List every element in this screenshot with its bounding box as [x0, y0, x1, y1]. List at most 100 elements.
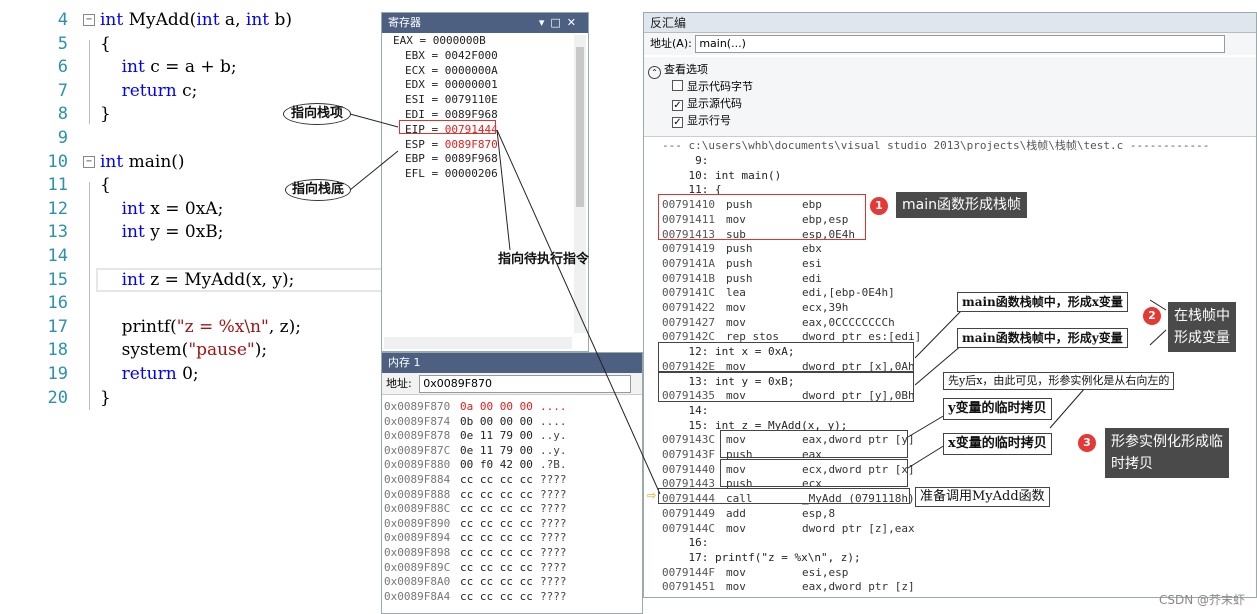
- scroll-thumb[interactable]: [576, 47, 584, 207]
- asm-line[interactable]: 00791422 mov ecx,39h: [662, 301, 848, 315]
- maximize-icon[interactable]: □: [550, 16, 566, 29]
- option-code-bytes-label: 显示代码字节: [687, 80, 753, 93]
- memory-bytes: cc cc cc cc: [460, 502, 533, 516]
- memory-title-bar[interactable]: 内存 1: [382, 353, 642, 373]
- memory-title: 内存 1: [388, 356, 421, 369]
- asm-line[interactable]: 00791449 add esp,8: [662, 507, 835, 521]
- code-line[interactable]: 17 printf("z = %x\n", z);: [0, 315, 380, 339]
- line-number: 15: [47, 269, 68, 290]
- memory-bytes: cc cc cc cc: [460, 589, 533, 603]
- memory-address: 0x0089F874: [384, 414, 451, 428]
- code-text: int x = 0xA;: [121, 198, 224, 219]
- memory-row[interactable]: 0x0089F888 cc cc cc cc????: [384, 487, 567, 502]
- source-line[interactable]: 10: int main(): [662, 169, 781, 183]
- code-line[interactable]: 5{: [0, 32, 380, 56]
- code-line[interactable]: 9: [0, 126, 380, 150]
- option-show-line-numbers[interactable]: ✓ 显示行号: [672, 112, 731, 128]
- code-line[interactable]: 7 return c;: [0, 79, 380, 103]
- disasm-title-bar[interactable]: 反汇编: [644, 13, 1256, 33]
- memory-row[interactable]: 0x0089F87C 0e 11 79 00 ..y.: [384, 443, 567, 458]
- source-line[interactable]: 9:: [662, 154, 708, 168]
- asm-line[interactable]: 00791419 push ebx: [662, 242, 822, 256]
- registers-window[interactable]: 寄存器 ▾□✕ EAX = 0000000B EBX = 0042F000 ECX …: [381, 12, 589, 352]
- registers-title-bar[interactable]: 寄存器 ▾□✕: [382, 13, 588, 33]
- watermark: CSDN @芥末虾: [1158, 593, 1245, 607]
- asm-line[interactable]: 0079144C mov dword ptr [z],eax: [662, 522, 915, 536]
- memory-address: 0x0089F89C: [384, 560, 451, 574]
- memory-row[interactable]: 0x0089F878 0e 11 79 00 ..y.: [384, 428, 567, 443]
- asm-mnemonic: mov: [726, 301, 746, 314]
- memory-row[interactable]: 0x0089F8A0 cc cc cc cc????: [384, 574, 567, 589]
- registers-vertical-scrollbar[interactable]: [574, 35, 586, 333]
- asm-operands: esi,esp: [802, 565, 849, 579]
- disasm-title: 反汇编: [650, 16, 687, 30]
- asm-operands: esp,8: [802, 506, 836, 520]
- memory-row[interactable]: 0x0089F870 0a 00 00 00....: [384, 399, 567, 414]
- memory-row[interactable]: 0x0089F89C cc cc cc cc????: [384, 560, 567, 575]
- label-call-myadd: 准备调用MyAdd函数: [915, 487, 1050, 507]
- asm-line[interactable]: 00791427 mov eax,0CCCCCCCCh: [662, 316, 895, 330]
- source-line[interactable]: 17: printf("z = %x\n", z);: [662, 551, 860, 565]
- memory-row[interactable]: 0x0089F890 cc cc cc cc????: [384, 516, 567, 531]
- checkbox-code-bytes[interactable]: [672, 80, 683, 91]
- asm-operands: eax,0CCCCCCCCh: [802, 315, 895, 329]
- code-line[interactable]: 15 int z = MyAdd(x, y);: [0, 268, 380, 292]
- asm-line[interactable]: 0079141B push edi: [662, 272, 822, 286]
- memory-row[interactable]: 0x0089F894 cc cc cc cc????: [384, 530, 567, 545]
- close-icon[interactable]: ✕: [567, 16, 582, 29]
- checkbox-source[interactable]: ✓: [672, 100, 683, 111]
- fold-toggle-icon[interactable]: −: [83, 14, 95, 26]
- code-line[interactable]: 16: [0, 291, 380, 315]
- disasm-address-input[interactable]: main(...): [695, 35, 1226, 53]
- checkbox-line-numbers[interactable]: ✓: [672, 117, 683, 128]
- current-instruction-arrow-icon: ⇨: [647, 489, 657, 502]
- registers-title: 寄存器: [388, 16, 421, 29]
- register-value: EDX = 00000001: [405, 78, 498, 92]
- memory-row[interactable]: 0x0089F880 00 f0 42 00 .?B.: [384, 457, 567, 472]
- line-number: 19: [47, 364, 68, 384]
- collapse-icon[interactable]: ⌃: [648, 66, 661, 79]
- memory-row[interactable]: 0x0089F884 cc cc cc cc????: [384, 472, 567, 487]
- memory-chars: ????: [540, 560, 567, 574]
- eip-highlight: [399, 120, 496, 134]
- code-line[interactable]: 20}: [0, 386, 380, 410]
- memory-window[interactable]: 内存 1 地址: 0x0089F870 0x0089F870 0a 00 00 0…: [381, 352, 643, 614]
- tag-main-frame: main函数形成栈帧: [896, 192, 1027, 218]
- registers-horizontal-scrollbar[interactable]: [384, 337, 572, 349]
- memory-chars: ????: [540, 487, 567, 501]
- memory-row[interactable]: 0x0089F8A4 cc cc cc cc????: [384, 589, 567, 604]
- asm-line[interactable]: 00791451 mov eax,dword ptr [z]: [662, 580, 915, 594]
- fold-toggle-icon[interactable]: −: [83, 155, 95, 168]
- asm-mnemonic: mov: [726, 580, 746, 594]
- memory-row[interactable]: 0x0089F898 cc cc cc cc????: [384, 545, 567, 560]
- memory-bytes: 00 f0 42 00: [460, 458, 533, 472]
- code-line[interactable]: 14: [0, 244, 380, 268]
- asm-line[interactable]: 0079143C mov eax,dword ptr [y]: [662, 433, 915, 447]
- view-options-toggle[interactable]: ⌃ 查看选项: [648, 61, 708, 79]
- code-line[interactable]: 19 return 0;: [0, 362, 380, 386]
- memory-address: 0x0089F894: [384, 531, 451, 545]
- memory-chars: ????: [540, 502, 567, 516]
- asm-line[interactable]: 0079141C lea edi,[ebp-0E4h]: [662, 286, 895, 300]
- source-line[interactable]: 14:: [662, 404, 708, 418]
- option-show-source[interactable]: ✓ 显示源代码: [672, 95, 742, 111]
- code-line[interactable]: 18 system("pause");: [0, 338, 380, 362]
- asm-line[interactable]: 0079144F mov esi,esp: [662, 566, 848, 580]
- label-stack-bottom: 指向栈底: [285, 179, 351, 201]
- memory-row[interactable]: 0x0089F88C cc cc cc cc????: [384, 501, 567, 516]
- memory-row[interactable]: 0x0089F874 0b 00 00 00....: [384, 414, 567, 429]
- option-show-code-bytes[interactable]: 显示代码字节: [672, 78, 753, 94]
- code-editor[interactable]: 4− int MyAdd(int a, int b) 5{6 int c = a +…: [0, 0, 386, 614]
- asm-line[interactable]: 0079143F push eax: [662, 448, 822, 462]
- source-line[interactable]: 16:: [662, 536, 708, 550]
- dropdown-icon[interactable]: ▾: [539, 16, 551, 29]
- asm-line[interactable]: 0079141A push esi: [662, 257, 822, 271]
- code-line[interactable]: 10 − int main(): [0, 150, 380, 174]
- code-line[interactable]: 4 − int MyAdd(int a, int b): [0, 8, 380, 32]
- asm-line[interactable]: 00791440 mov ecx,dword ptr [x]: [662, 463, 915, 477]
- label-main-frame-y: main函数栈帧中，形成y变量: [957, 328, 1128, 348]
- memory-address-input[interactable]: 0x0089F870: [419, 375, 632, 393]
- code-line[interactable]: 13 int y = 0xB;: [0, 220, 380, 244]
- disassembly-window[interactable]: 反汇编 地址(A): main(...) ⌃ 查看选项 显示代码字节 ✓ 显示源代码…: [643, 12, 1257, 598]
- code-line[interactable]: 6 int c = a + b;: [0, 55, 380, 79]
